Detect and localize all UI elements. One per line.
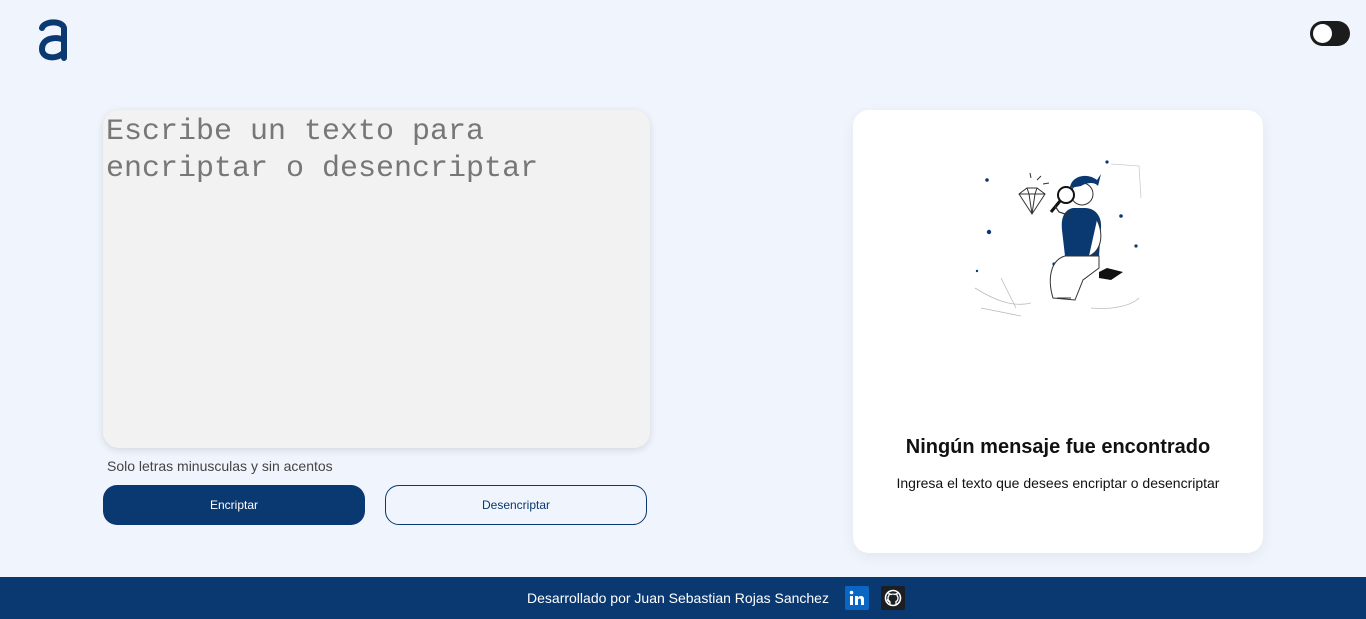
- empty-state-subtitle: Ingresa el texto que desees encriptar o …: [896, 475, 1220, 491]
- toggle-knob-icon: [1313, 24, 1332, 43]
- decrypt-button[interactable]: Desencriptar: [385, 485, 647, 525]
- footer: Desarrollado por Juan Sebastian Rojas Sa…: [0, 577, 1366, 619]
- alura-logo-icon: [36, 18, 70, 62]
- person-with-magnifier-illustration-icon: [971, 158, 1147, 326]
- github-icon[interactable]: [880, 586, 905, 610]
- theme-toggle[interactable]: [1310, 21, 1350, 46]
- encrypt-button[interactable]: Encriptar: [103, 485, 365, 525]
- linkedin-icon[interactable]: [844, 586, 869, 610]
- empty-state-title: Ningún mensaje fue encontrado: [905, 436, 1211, 458]
- message-input[interactable]: [103, 110, 650, 448]
- footer-credit: Desarrollado por Juan Sebastian Rojas Sa…: [527, 590, 829, 606]
- input-hint: Solo letras minusculas y sin acentos: [107, 458, 333, 474]
- output-panel: Ningún mensaje fue encontrado Ingresa el…: [853, 110, 1263, 553]
